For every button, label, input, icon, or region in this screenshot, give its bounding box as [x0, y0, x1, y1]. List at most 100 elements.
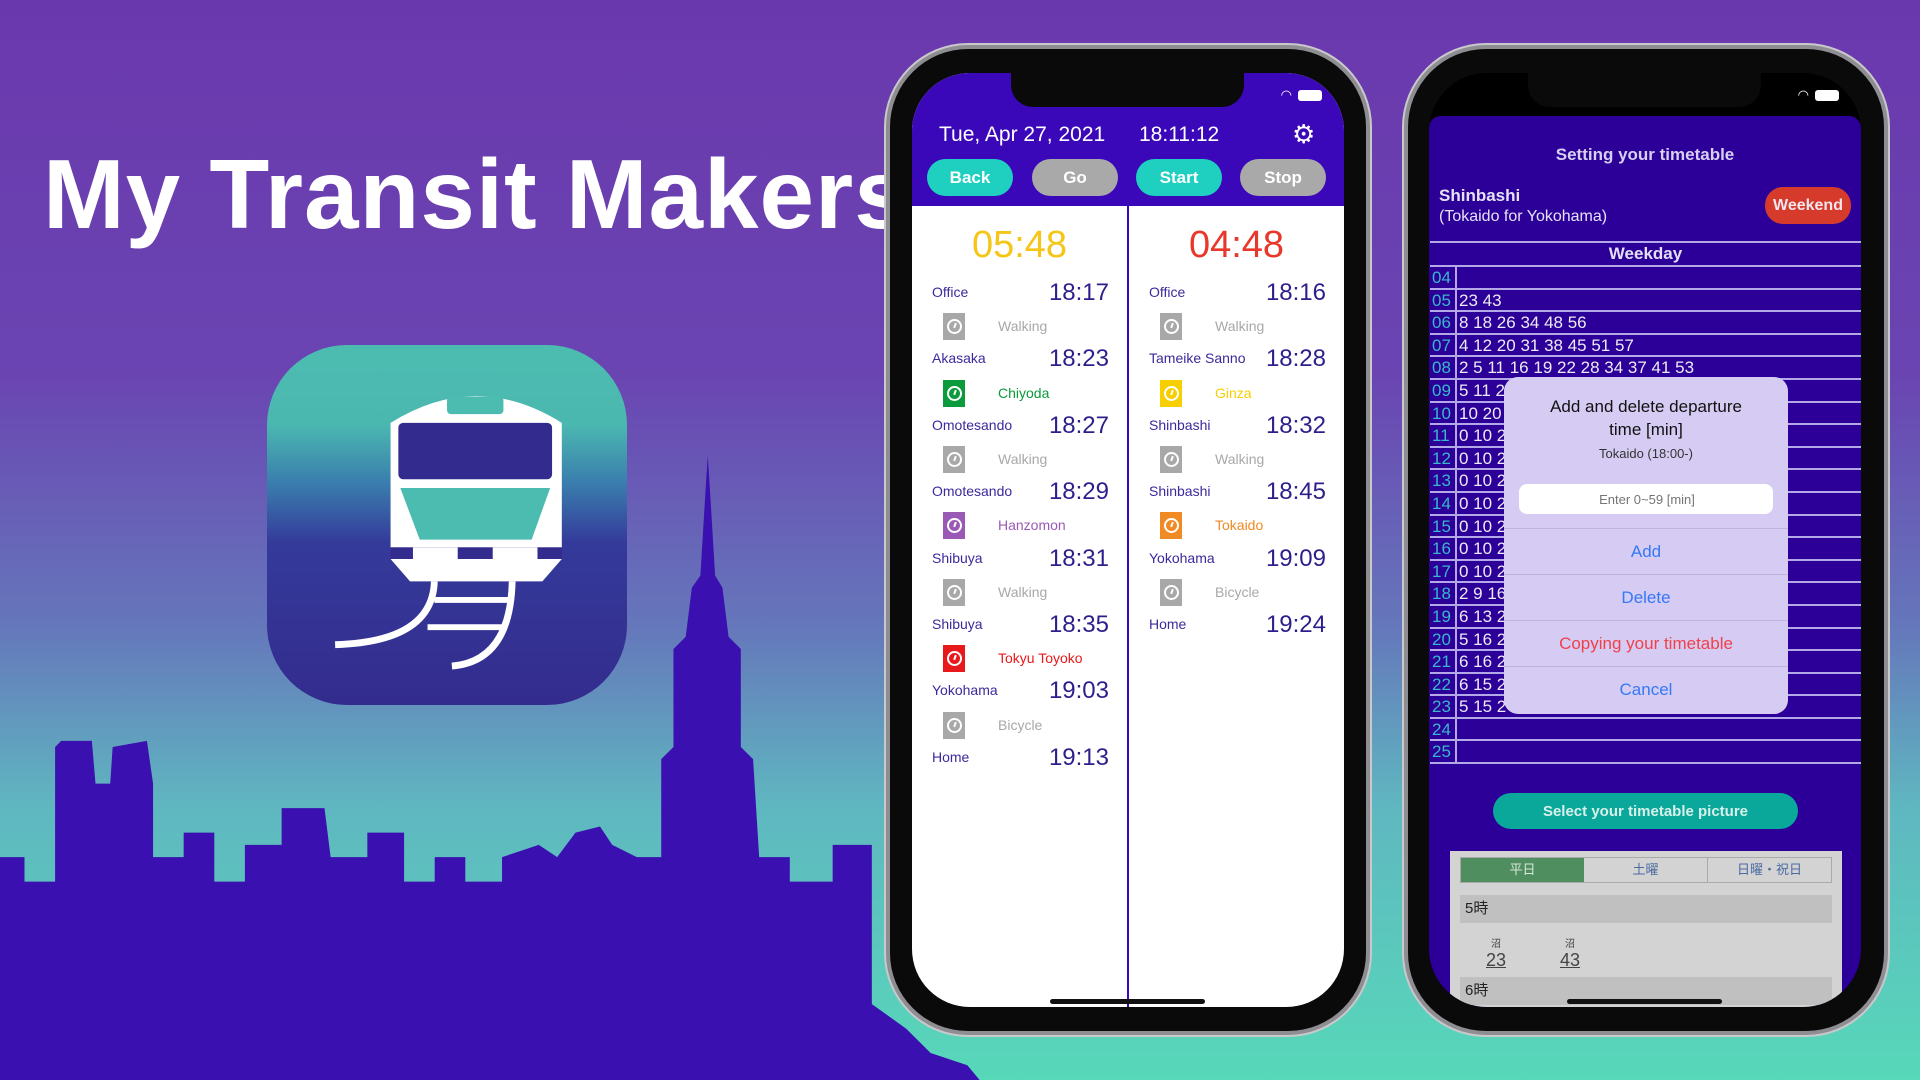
- timetable-row[interactable]: 25: [1430, 741, 1861, 765]
- stop-row: Shinbashi 18:32: [1129, 412, 1344, 442]
- station-name: Home: [1149, 616, 1187, 632]
- clock-icon: [1160, 379, 1182, 407]
- clock-icon: [1160, 313, 1182, 341]
- leg-row: Bicycle: [1129, 578, 1344, 608]
- station-name: Omotesando: [932, 416, 1013, 433]
- tab-saturday[interactable]: 土曜: [1584, 858, 1708, 882]
- hour-cell: 11: [1430, 425, 1457, 446]
- tab-sunday-holiday[interactable]: 日曜・祝日: [1708, 858, 1831, 882]
- gear-icon[interactable]: ⚙: [1292, 119, 1315, 150]
- minutes-cell: 0 10 2: [1459, 561, 1507, 581]
- minutes-cell: 0 10 2: [1459, 516, 1507, 536]
- clock-label: 18:11:12: [1139, 123, 1220, 146]
- hour-cell: 08: [1430, 357, 1457, 378]
- transport-mode: Walking: [998, 318, 1048, 335]
- app-icon: [267, 345, 627, 705]
- departure-time: 18:27: [1048, 411, 1109, 439]
- minutes-cell: 5 15 2: [1459, 697, 1507, 717]
- timetable-row[interactable]: 06 8 18 26 34 48 56: [1430, 312, 1861, 335]
- station-name: Tameike Sanno: [1149, 350, 1246, 367]
- timetable-row[interactable]: 07 4 12 20 31 38 45 51 57: [1430, 334, 1861, 358]
- station-name: Yokohama: [1149, 549, 1215, 566]
- hour-cell: 21: [1430, 651, 1457, 672]
- minutes-cell: 6 13 2: [1459, 606, 1507, 626]
- leg-row: Hanzomon: [912, 511, 1127, 541]
- app-title: My Transit Makers: [43, 139, 910, 249]
- weekend-button[interactable]: Weekend: [1765, 187, 1851, 224]
- entry-minute: 43: [1560, 950, 1581, 970]
- hour-cell: 05: [1430, 289, 1457, 311]
- hour-cell: 17: [1430, 560, 1457, 582]
- departure-time: 18:35: [1048, 611, 1109, 638]
- dialog-subtitle: Tokaido (18:00-): [1599, 446, 1693, 461]
- delete-button[interactable]: Delete: [1504, 574, 1788, 620]
- stop-row: Office 18:16: [1129, 279, 1344, 309]
- minutes-cell: 10 20: [1459, 403, 1502, 423]
- minutes-cell: 23 43: [1459, 290, 1502, 310]
- timetable-row[interactable]: 05 23 43: [1430, 289, 1861, 313]
- wifi-icon: ◠: [1280, 87, 1292, 102]
- stop-button[interactable]: Stop: [1240, 159, 1326, 196]
- go-button[interactable]: Go: [1032, 159, 1118, 196]
- back-button[interactable]: Back: [927, 159, 1013, 196]
- stop-row: Yokohama 19:03: [912, 677, 1127, 707]
- departure-time: 18:45: [1265, 478, 1326, 506]
- timetable-row[interactable]: 04: [1430, 267, 1861, 290]
- minutes-cell: 0 10 2: [1459, 448, 1507, 468]
- minutes-cell: 0 10 2: [1459, 426, 1507, 446]
- minutes-cell: [1457, 719, 1459, 740]
- minutes-cell: 2 9 16: [1459, 584, 1507, 604]
- station-name: Akasaka: [932, 350, 986, 367]
- departure-time: 18:28: [1265, 345, 1326, 373]
- timetable-row[interactable]: 24: [1430, 718, 1861, 742]
- stop-row: Home 19:13: [912, 744, 1127, 774]
- notch: [1528, 73, 1761, 107]
- stop-row: Home 19:24: [1129, 611, 1344, 641]
- stop-row: Akasaka 18:23: [912, 345, 1127, 375]
- select-picture-button[interactable]: Select your timetable picture: [1493, 793, 1798, 829]
- station-name: Office: [1149, 284, 1186, 300]
- transport-mode: Ginza: [1215, 384, 1252, 401]
- stop-row: Shibuya 18:35: [912, 611, 1127, 641]
- station-name: Omotesando: [932, 483, 1013, 500]
- start-button[interactable]: Start: [1136, 159, 1222, 196]
- hour-cell: 16: [1430, 538, 1457, 559]
- clock-icon: [943, 313, 965, 341]
- departure-time: 18:31: [1048, 544, 1109, 572]
- minutes-cell: [1457, 741, 1459, 762]
- leg-row: Bicycle: [912, 711, 1127, 741]
- hour-cell: 07: [1430, 334, 1457, 356]
- entry-mark: 沼: [1565, 939, 1576, 950]
- cancel-button[interactable]: Cancel: [1504, 666, 1788, 714]
- leg-row: Tokyu Toyoko: [912, 644, 1127, 674]
- minute-input[interactable]: [1519, 484, 1773, 514]
- transport-mode: Hanzomon: [998, 517, 1066, 534]
- entry: 沼 23: [1486, 935, 1506, 971]
- station-name: Yokohama: [932, 682, 998, 699]
- stop-row: Omotesando 18:29: [912, 478, 1127, 508]
- departure-time: 19:13: [1048, 743, 1109, 771]
- tab-weekday[interactable]: 平日: [1461, 858, 1584, 882]
- transport-mode: Bicycle: [1215, 583, 1260, 600]
- clock-icon: [1160, 446, 1182, 473]
- dialog-title-line1: Add and delete departure: [1550, 397, 1742, 416]
- minutes-cell: 6 16 2: [1459, 652, 1507, 672]
- train-icon: [335, 396, 562, 670]
- timetable-picture: 平日 土曜 日曜・祝日 5時 沼 23 沼 43 6時: [1450, 851, 1842, 1007]
- minutes-cell: 2 5 11 16 19 22 28 34 37 41 53: [1459, 358, 1695, 378]
- transport-mode: Walking: [998, 583, 1048, 600]
- departure-time: 19:09: [1265, 544, 1326, 572]
- departure-time: 19:24: [1265, 611, 1326, 638]
- dialog-title-line2: time [min]: [1609, 420, 1683, 439]
- hour-cell: 18: [1430, 583, 1457, 604]
- leg-row: Chiyoda: [912, 379, 1127, 409]
- copy-timetable-button[interactable]: Copying your timetable: [1504, 620, 1788, 666]
- countdown-timer: 04:48: [1188, 224, 1285, 266]
- stop-row: Omotesando 18:27: [912, 412, 1127, 442]
- add-button[interactable]: Add: [1504, 528, 1788, 574]
- departure-time: 18:32: [1265, 411, 1326, 439]
- minutes-cell: [1457, 267, 1459, 288]
- clock-icon: [1160, 512, 1182, 540]
- sheet-heading: Setting your timetable: [1555, 145, 1735, 164]
- stop-row: Office 18:17: [912, 279, 1127, 309]
